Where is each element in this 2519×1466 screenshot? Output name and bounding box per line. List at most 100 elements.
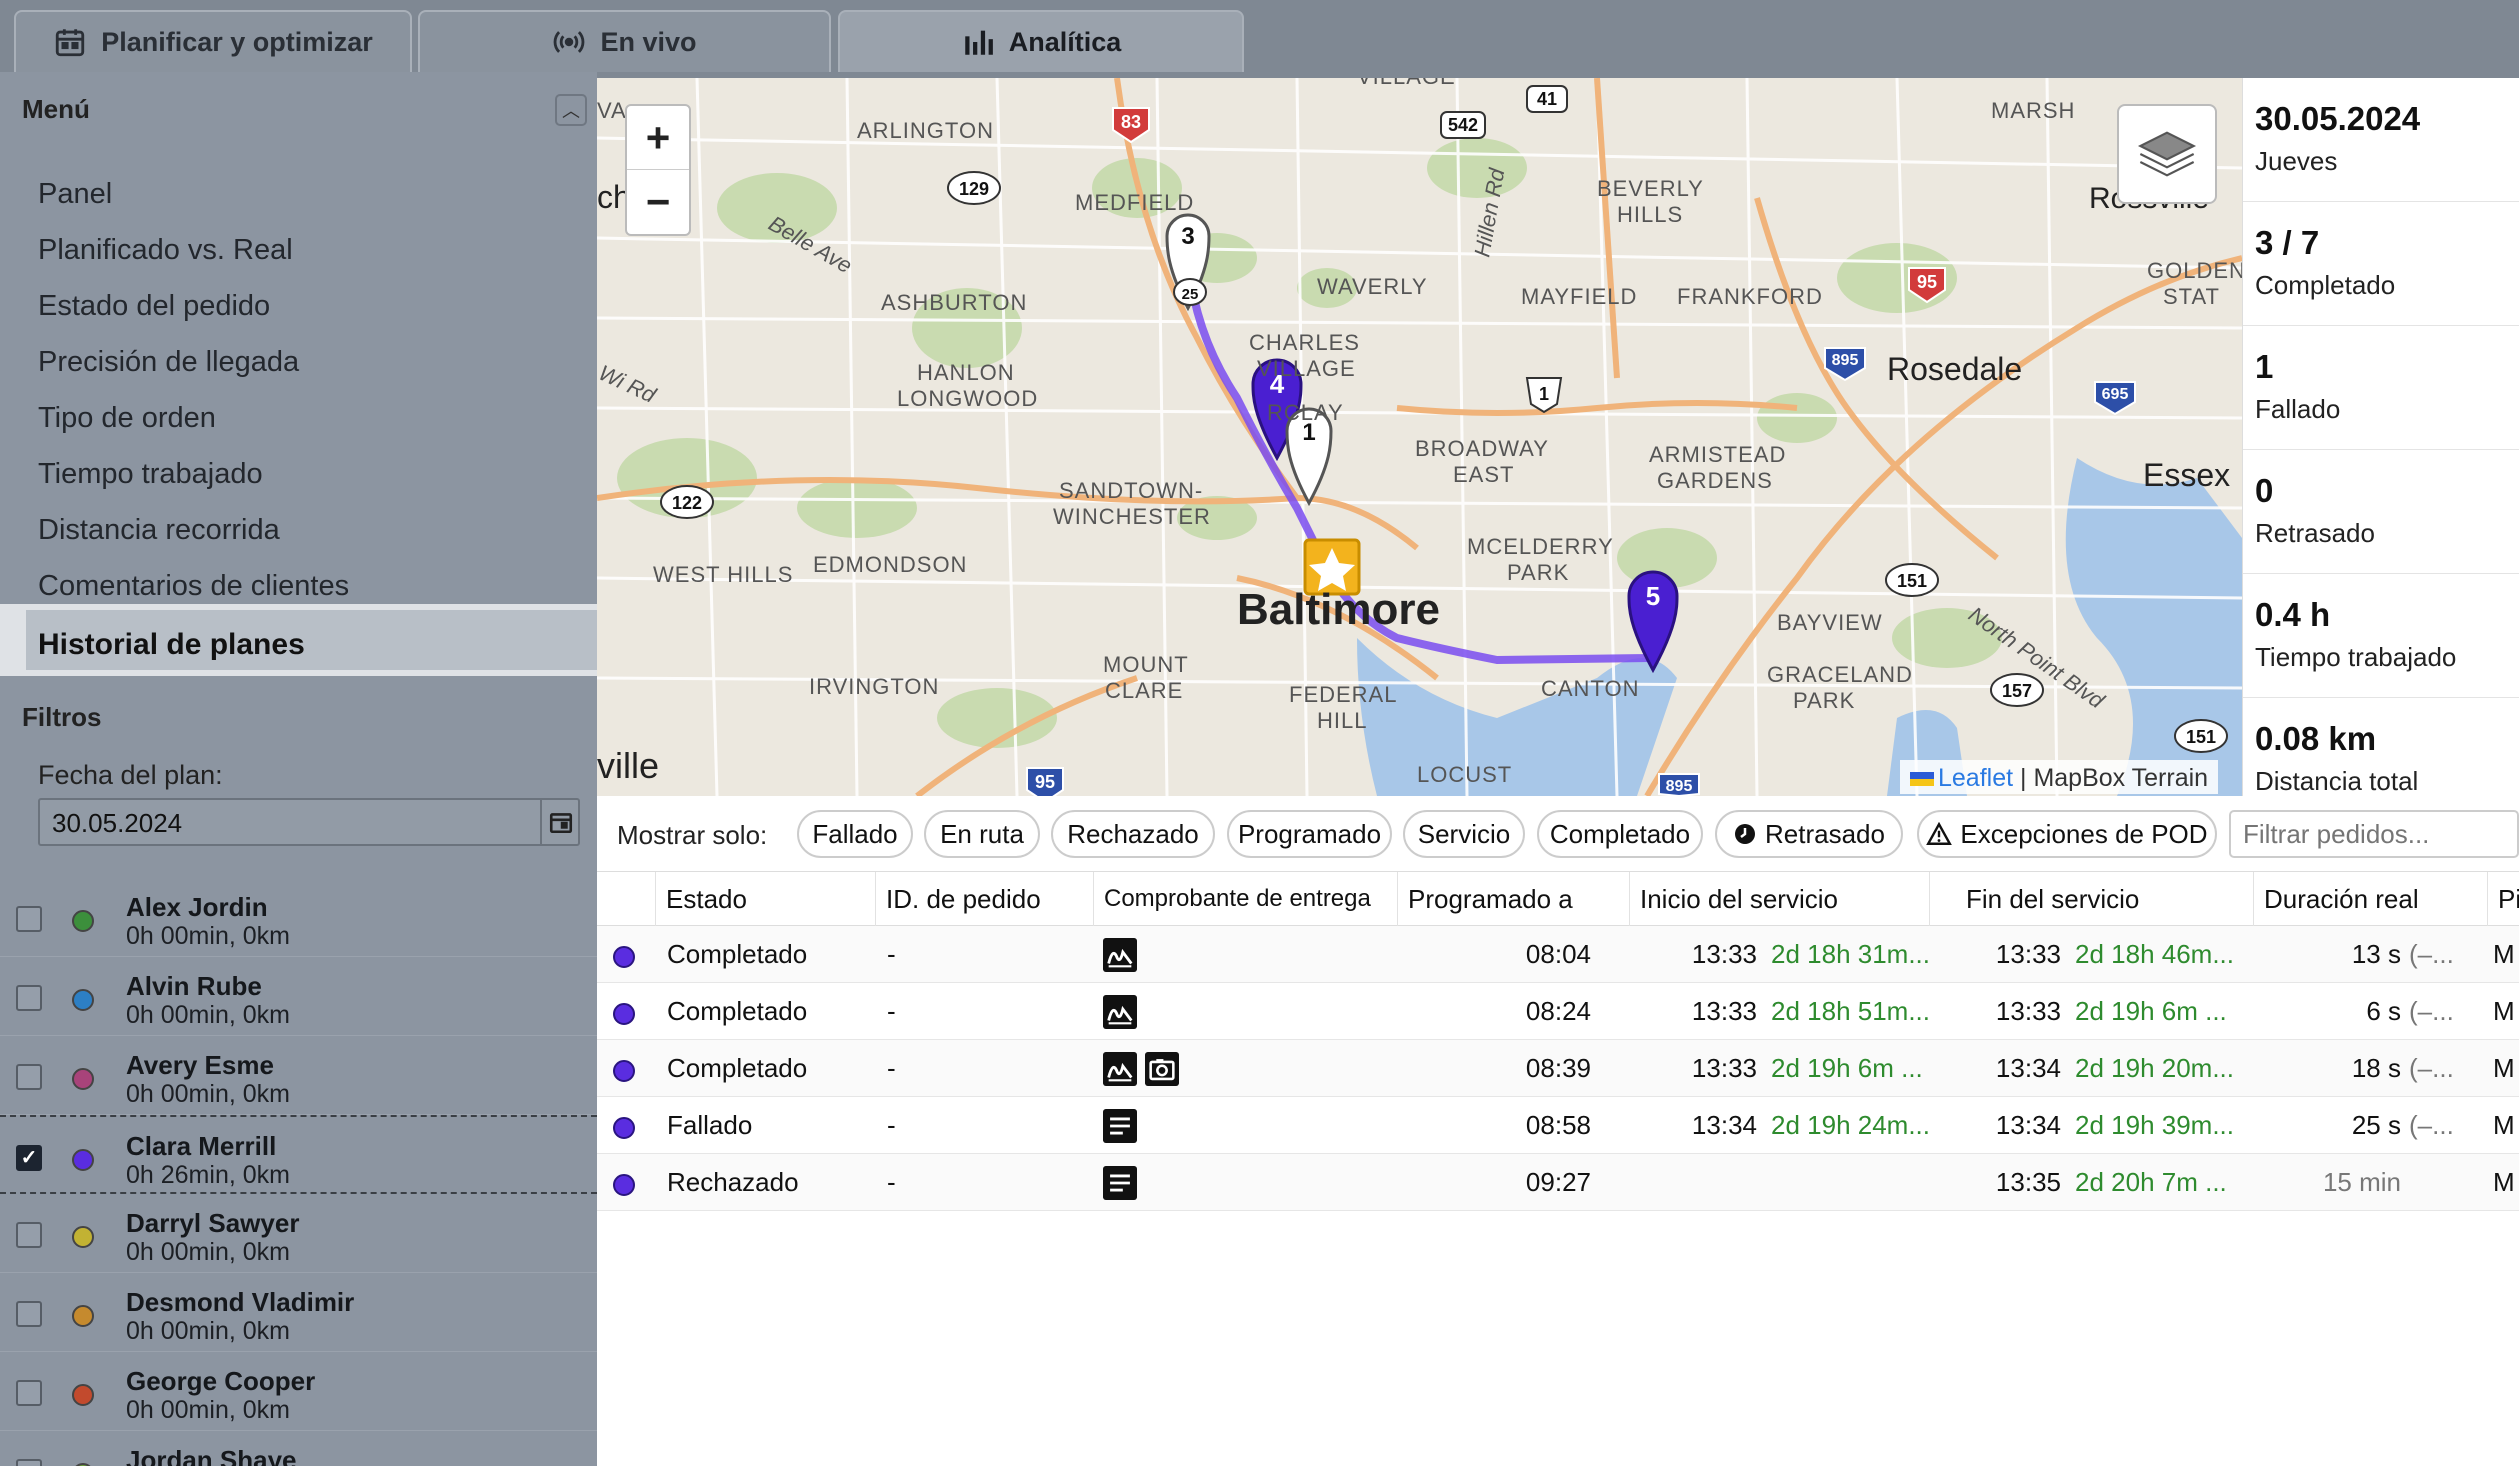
filter-completado[interactable]: Completado	[1537, 810, 1703, 858]
driver-row[interactable]: Avery Esme 0h 00min, 0km	[0, 1036, 597, 1115]
driver-row[interactable]: Alvin Rube 0h 00min, 0km	[0, 957, 597, 1036]
cell-pi: M	[2493, 1110, 2515, 1140]
status-dot	[613, 1003, 635, 1025]
driver-row[interactable]: ✓ Clara Merrill 0h 26min, 0km	[0, 1115, 597, 1194]
cell-programado: 09:27	[1525, 1167, 1591, 1197]
driver-stats: 0h 26min, 0km	[126, 1161, 290, 1189]
driver-row[interactable]: Jordan Shaye0h 00min, 0km	[0, 1431, 597, 1466]
clock-icon	[1735, 824, 1756, 844]
zoom-out-button[interactable]: −	[627, 170, 689, 234]
cell-estado: Completado	[667, 1053, 808, 1083]
svg-text:122: 122	[672, 493, 702, 513]
column-header-pod[interactable]: Comprobante de entrega	[1093, 872, 1397, 926]
driver-row[interactable]: Alex Jordin 0h 00min, 0km	[0, 878, 597, 957]
map-label: EDMONDSON	[813, 552, 967, 577]
filter-rechazado[interactable]: Rechazado	[1051, 810, 1215, 858]
layers-button[interactable]	[2117, 104, 2217, 204]
map-label-city: Baltimore	[1237, 585, 1440, 634]
driver-checkbox[interactable]	[16, 1064, 42, 1090]
map-label: PARK	[1793, 688, 1855, 713]
map-label: Rosedale	[1887, 351, 2022, 387]
filter-en-ruta[interactable]: En ruta	[924, 810, 1040, 858]
driver-row[interactable]: Darryl Sawyer 0h 00min, 0km	[0, 1194, 597, 1273]
menu-item-precision[interactable]: Precisión de llegada	[38, 346, 299, 379]
column-header-fin[interactable]: Fin del servicio	[1929, 872, 2229, 926]
summary-label: Fallado	[2255, 394, 2341, 424]
table-row[interactable]: Rechazado - 09:27 13:35 2d 20h 7m ... 15 min M	[597, 1154, 2519, 1211]
menu-item-estado-pedido[interactable]: Estado del pedido	[38, 290, 270, 323]
map-label: ARMISTEAD	[1649, 442, 1786, 467]
table-row[interactable]: Completado - 08:04 13:33 2d 18h 31m... 13:33 2…	[597, 926, 2519, 983]
signature-icon	[1103, 1051, 1137, 1086]
svg-text:895: 895	[1832, 352, 1859, 369]
menu-item-planificado[interactable]: Planificado vs. Real	[38, 234, 293, 267]
cell-duracion: 15 min	[2322, 1167, 2401, 1197]
summary-label: Retrasado	[2255, 518, 2375, 548]
cell-pod[interactable]	[1103, 926, 1145, 983]
cell-fin-rel: 2d 19h 39m...	[2075, 1110, 2234, 1140]
signature-icon	[1103, 937, 1137, 972]
driver-checkbox[interactable]	[16, 906, 42, 932]
cell-fin-rel: 2d 19h 6m ...	[2075, 996, 2227, 1026]
map-label: CLARE	[1105, 678, 1183, 703]
column-header-pi[interactable]: Pi	[2487, 872, 2519, 926]
tab-planificar[interactable]: Planificar y optimizar	[14, 10, 412, 72]
plan-date-input[interactable]: 30.05.2024	[38, 798, 580, 846]
tab-analitica[interactable]: Analítica	[838, 10, 1244, 72]
driver-checkbox[interactable]	[16, 1459, 42, 1466]
cell-pod[interactable]	[1103, 1154, 1145, 1211]
filter-orders-input[interactable]	[2229, 810, 2519, 858]
filter-excepciones-pod[interactable]: Excepciones de POD	[1917, 810, 2217, 858]
menu-item-panel[interactable]: Panel	[38, 178, 112, 211]
map-label: VILLAGE	[1357, 78, 1456, 89]
driver-checkbox[interactable]	[16, 985, 42, 1011]
cell-pod[interactable]	[1103, 1097, 1145, 1154]
leaflet-link[interactable]: Leaflet	[1938, 764, 2013, 792]
filter-retrasado[interactable]: Retrasado	[1715, 810, 1903, 858]
cell-pod[interactable]	[1103, 1040, 1187, 1097]
driver-checkbox[interactable]	[16, 1222, 42, 1248]
column-header-inicio[interactable]: Inicio del servicio	[1629, 872, 1929, 926]
status-dot	[613, 1117, 635, 1139]
map-label: GOLDEN	[2147, 258, 2242, 283]
table-row[interactable]: Completado - 08:24 13:33 2d 18h 51m... 13:33 2…	[597, 983, 2519, 1040]
driver-checkbox[interactable]	[16, 1301, 42, 1327]
driver-row[interactable]: Desmond Vladimir 0h 00min, 0km	[0, 1273, 597, 1352]
cell-inicio-hora: 13:34	[1691, 1110, 1757, 1140]
menu-item-comentarios[interactable]: Comentarios de clientes	[38, 570, 349, 603]
map-label: BEVERLY	[1597, 176, 1704, 201]
cell-fin-hora: 13:33	[1995, 996, 2061, 1026]
highway-shield: 1	[1525, 377, 1563, 414]
filter-servicio[interactable]: Servicio	[1403, 810, 1525, 858]
menu-item-tipo-orden[interactable]: Tipo de orden	[38, 402, 216, 435]
chevron-up-icon: ︿	[562, 101, 580, 121]
zoom-in-button[interactable]: +	[627, 106, 689, 170]
filter-fallado[interactable]: Fallado	[797, 810, 913, 858]
tab-en-vivo[interactable]: En vivo	[418, 10, 831, 72]
warning-icon	[1926, 822, 1953, 845]
cell-inicio-hora: 13:33	[1691, 1053, 1757, 1083]
cell-pod[interactable]	[1103, 983, 1145, 1040]
driver-row[interactable]: George Cooper 0h 00min, 0km	[0, 1352, 597, 1431]
table-row[interactable]: Fallado - 08:58 13:34 2d 19h 24m... 13:34 2d 1…	[597, 1097, 2519, 1154]
collapse-menu-button[interactable]: ︿	[555, 94, 587, 126]
column-header-programado[interactable]: Programado a	[1397, 872, 1629, 926]
table-row[interactable]: Completado - 08:39 13:33 2d 19h 6m ... 13:34 2…	[597, 1040, 2519, 1097]
cell-order-id: -	[887, 939, 896, 969]
column-header-estado[interactable]: Estado	[655, 872, 875, 926]
summary-delayed: 0 Retrasado	[2243, 450, 2519, 574]
filter-programado[interactable]: Programado	[1227, 810, 1392, 858]
driver-checkbox[interactable]	[16, 1380, 42, 1406]
column-header-id[interactable]: ID. de pedido	[875, 872, 1093, 926]
bar-chart-icon	[964, 30, 993, 55]
driver-checkbox[interactable]: ✓	[16, 1145, 42, 1171]
column-header-duracion[interactable]: Duración real	[2253, 872, 2487, 926]
highway-shield: 157	[1990, 673, 2044, 707]
menu-item-tiempo[interactable]: Tiempo trabajado	[38, 458, 263, 491]
cell-inicio-rel: 2d 19h 6m ...	[1771, 1053, 1923, 1083]
menu-item-distancia[interactable]: Distancia recorrida	[38, 514, 280, 547]
driver-stats: 0h 00min, 0km	[126, 1317, 290, 1345]
map-label: GRACELAND	[1767, 662, 1913, 687]
date-picker-button[interactable]	[540, 798, 580, 846]
route-map[interactable]: 3 4 1 5 83 542 41 129 25 95 895 1 695 12…	[597, 78, 2242, 796]
